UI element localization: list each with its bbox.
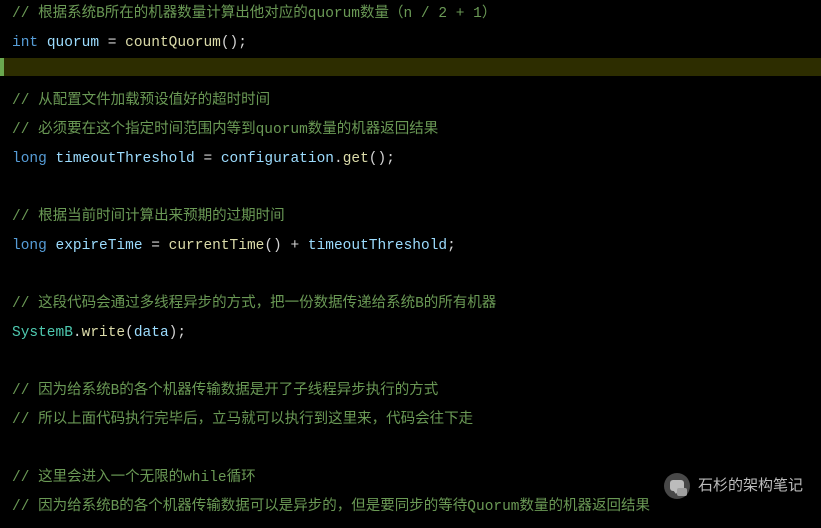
token-ident: data	[134, 325, 169, 341]
token-punct: ;	[447, 238, 456, 254]
token-keyword: long	[12, 238, 47, 254]
code-line[interactable]: SystemB.write(data);	[12, 319, 821, 348]
token-ident: configuration	[221, 151, 334, 167]
token-comment: // 这段代码会通过多线程异步的方式，把一份数据传递给系统B的所有机器	[12, 296, 496, 312]
code-line[interactable]: // 根据当前时间计算出来预期的过期时间	[12, 203, 821, 232]
code-line[interactable]: // 这里会进入一个无限的while循环	[12, 464, 821, 493]
token-func: countQuorum	[125, 35, 221, 51]
code-editor[interactable]: // 根据系统B所在的机器数量计算出他对应的quorum数量（n / 2 + 1…	[0, 0, 821, 522]
code-line[interactable]: // 必须要在这个指定时间范围内等到quorum数量的机器返回结果	[12, 116, 821, 145]
code-line[interactable]: // 所以上面代码执行完毕后，立马就可以执行到这里来，代码会往下走	[12, 406, 821, 435]
code-line[interactable]: // 从配置文件加载预设值好的超时时间	[12, 87, 821, 116]
token-func: write	[82, 325, 126, 341]
code-line[interactable]	[12, 261, 821, 290]
code-line[interactable]	[12, 58, 821, 87]
token-ident: expireTime	[56, 238, 143, 254]
code-line[interactable]: // 根据系统B所在的机器数量计算出他对应的quorum数量（n / 2 + 1…	[12, 0, 821, 29]
code-line[interactable]	[12, 435, 821, 464]
token-punct: );	[169, 325, 186, 341]
token-class: SystemB	[12, 325, 73, 341]
code-line[interactable]: long timeoutThreshold = configuration.ge…	[12, 145, 821, 174]
token-punct: =	[143, 238, 169, 254]
token-ident: timeoutThreshold	[56, 151, 195, 167]
code-line[interactable]	[12, 348, 821, 377]
token-punct: () +	[264, 238, 308, 254]
token-punct	[47, 238, 56, 254]
token-punct: ();	[221, 35, 247, 51]
token-punct: .	[73, 325, 82, 341]
token-func: currentTime	[169, 238, 265, 254]
token-func: get	[343, 151, 369, 167]
token-keyword: long	[12, 151, 47, 167]
token-comment: // 必须要在这个指定时间范围内等到quorum数量的机器返回结果	[12, 122, 438, 138]
code-line[interactable]: int quorum = countQuorum();	[12, 29, 821, 58]
token-comment: // 从配置文件加载预设值好的超时时间	[12, 93, 270, 109]
token-comment: // 根据当前时间计算出来预期的过期时间	[12, 209, 285, 225]
token-punct: .	[334, 151, 343, 167]
token-punct: =	[99, 35, 125, 51]
token-punct: =	[195, 151, 221, 167]
token-punct	[38, 35, 47, 51]
code-line[interactable]: long expireTime = currentTime() + timeou…	[12, 232, 821, 261]
token-comment: // 根据系统B所在的机器数量计算出他对应的quorum数量（n / 2 + 1…	[12, 6, 496, 22]
code-line[interactable]: // 这段代码会通过多线程异步的方式，把一份数据传递给系统B的所有机器	[12, 290, 821, 319]
code-line[interactable]: // 因为给系统B的各个机器传输数据是开了子线程异步执行的方式	[12, 377, 821, 406]
token-punct: (	[125, 325, 134, 341]
token-comment: // 因为给系统B的各个机器传输数据可以是异步的，但是要同步的等待Quorum数…	[12, 499, 650, 515]
code-line[interactable]	[12, 174, 821, 203]
token-comment: // 所以上面代码执行完毕后，立马就可以执行到这里来，代码会往下走	[12, 412, 473, 428]
token-comment: // 这里会进入一个无限的while循环	[12, 470, 256, 486]
token-comment: // 因为给系统B的各个机器传输数据是开了子线程异步执行的方式	[12, 383, 438, 399]
token-punct: ();	[369, 151, 395, 167]
token-punct	[47, 151, 56, 167]
token-ident: timeoutThreshold	[308, 238, 447, 254]
token-ident: quorum	[47, 35, 99, 51]
code-line[interactable]: // 因为给系统B的各个机器传输数据可以是异步的，但是要同步的等待Quorum数…	[12, 493, 821, 522]
token-keyword: int	[12, 35, 38, 51]
